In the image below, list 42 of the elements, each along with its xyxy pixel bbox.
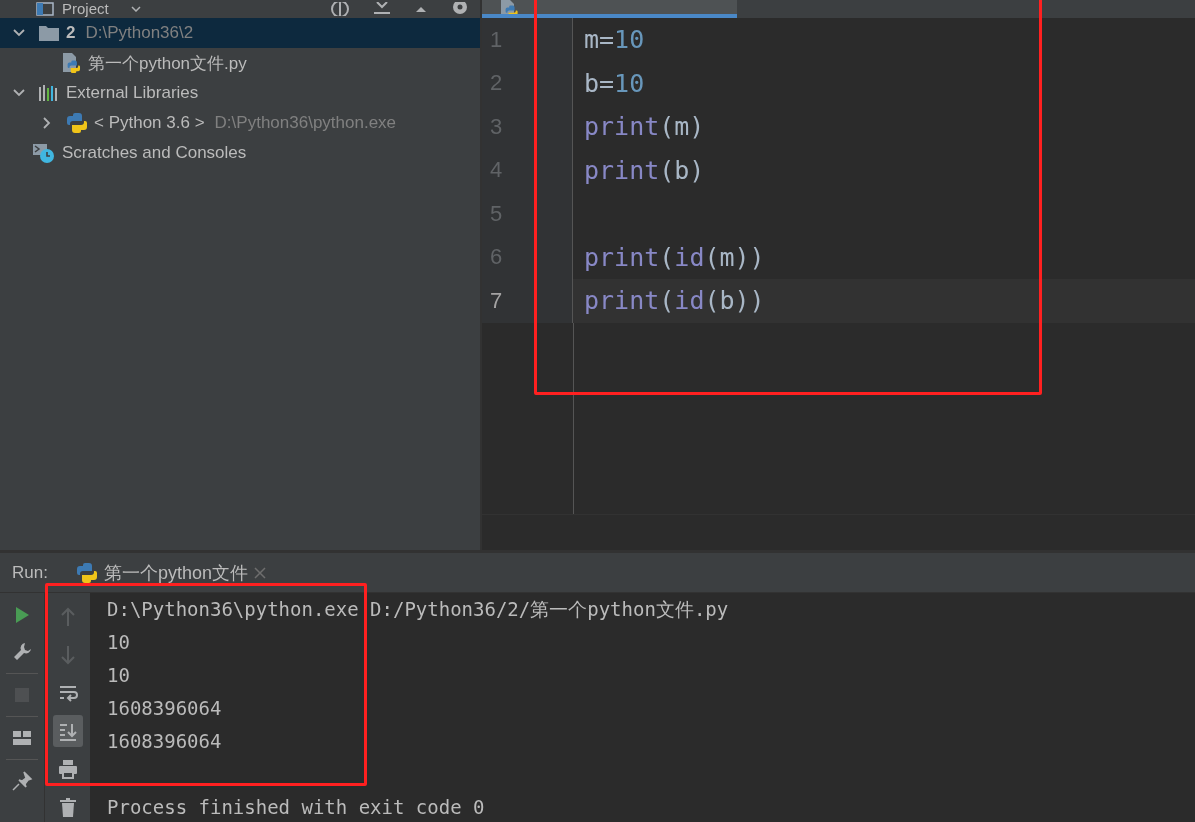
- code-line: print(id(b)): [583, 286, 765, 316]
- tree-row[interactable]: Scratches and Consoles: [0, 138, 480, 168]
- editor-tab[interactable]: [482, 0, 737, 18]
- python-icon: [75, 561, 98, 584]
- console-line: 10: [107, 663, 131, 688]
- up-caret-icon[interactable]: [414, 4, 428, 14]
- gear-icon[interactable]: [450, 2, 470, 16]
- tree-item-label[interactable]: < Python 3.6 >: [94, 113, 205, 133]
- code-line: m=10: [583, 25, 645, 55]
- tree-item-label[interactable]: Scratches and Consoles: [62, 143, 247, 163]
- run-tab[interactable]: 第一个python文件: [75, 553, 274, 592]
- panel-title[interactable]: Project: [62, 1, 109, 17]
- tree-row[interactable]: 第一个python文件.py: [0, 48, 480, 78]
- code-line: b=10: [583, 68, 645, 98]
- window-icon: [36, 2, 54, 16]
- console-line: D:\Python36\python.exe D:/Python36/2/第一个python文件.py: [107, 597, 730, 622]
- tree-row[interactable]: External Libraries: [0, 78, 480, 108]
- python-file-icon: [498, 0, 520, 14]
- code-line: print(m): [583, 112, 705, 142]
- code-line: print(b): [583, 155, 705, 185]
- scroll-to-end-icon[interactable]: [52, 715, 83, 747]
- console-line: 1608396064: [107, 696, 223, 721]
- console-line: 1608396064: [107, 729, 223, 754]
- panel-label: Run:: [12, 562, 48, 583]
- tree-item-label[interactable]: External Libraries: [66, 83, 199, 103]
- console-line: Process finished with exit code 0: [107, 795, 486, 820]
- folder-icon: [38, 24, 60, 42]
- tree-row[interactable]: < Python 3.6 > D:\Python36\python.exe: [0, 108, 480, 138]
- scratches-icon: [32, 142, 56, 164]
- caret-icon[interactable]: [130, 6, 141, 12]
- tab-label[interactable]: 第一个python文件: [103, 560, 248, 585]
- python-file-icon: [60, 52, 82, 74]
- collapse-icon[interactable]: [372, 2, 392, 16]
- code-line: print(id(m)): [583, 242, 765, 272]
- tree-row[interactable]: 2 D:\Python36\2: [0, 18, 480, 48]
- tree-item-label[interactable]: 第一个python文件.py: [88, 51, 247, 75]
- path-hint: D:\Python36\2: [85, 23, 194, 43]
- tree-item-label[interactable]: 2: [66, 23, 76, 43]
- bar-chart-icon: [38, 84, 60, 102]
- console-line: 10: [107, 630, 131, 655]
- python-icon: [66, 112, 88, 134]
- path-hint: D:\Python36\python.exe: [214, 113, 397, 133]
